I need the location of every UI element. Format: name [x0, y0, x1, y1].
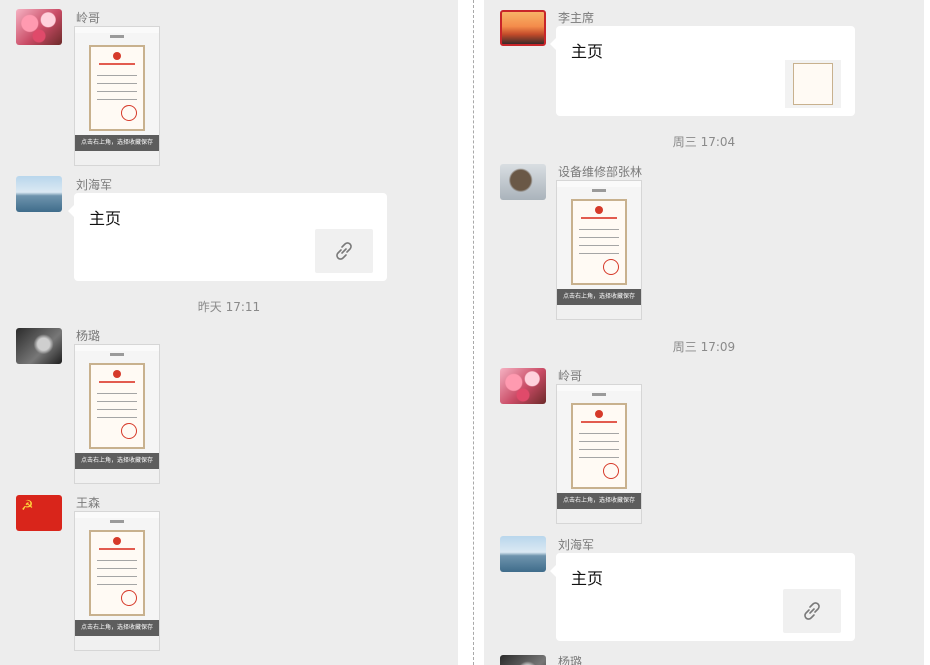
sender-name: 刘海军: [76, 178, 113, 192]
image-caption: 点击右上角，选择收藏保存: [557, 289, 641, 305]
certificate-image: [89, 363, 145, 449]
link-icon: [315, 229, 373, 273]
link-thumbnail: [785, 60, 841, 108]
avatar[interactable]: [500, 655, 546, 665]
avatar[interactable]: ☭: [16, 495, 62, 531]
avatar[interactable]: [16, 176, 62, 212]
image-caption: 点击右上角，选择收藏保存: [75, 620, 159, 636]
image-message[interactable]: 点击右上角，选择收藏保存: [74, 344, 160, 484]
certificate-image: [89, 530, 145, 616]
sender-name: 设备维修部张林: [558, 165, 643, 179]
image-caption: 点击右上角，选择收藏保存: [75, 453, 159, 469]
image-caption: 点击右上角，选择收藏保存: [557, 493, 641, 509]
chat-panel-right: 李主席 主页 周三 17:04 设备维修部张林 点击右上角，选择收藏保存 周三 …: [484, 0, 924, 665]
avatar[interactable]: [16, 9, 62, 45]
link-card[interactable]: 主页: [550, 553, 855, 641]
link-card-title: 主页: [89, 209, 122, 228]
link-icon: [783, 589, 841, 633]
party-emblem-icon: ☭: [21, 498, 34, 514]
panel-divider: [473, 0, 474, 665]
sender-name: 李主席: [558, 11, 595, 25]
sender-name: 王森: [76, 496, 101, 510]
certificate-image: [571, 403, 627, 489]
link-card[interactable]: 主页: [68, 193, 387, 281]
link-card[interactable]: 主页: [550, 26, 855, 116]
certificate-image: [571, 199, 627, 285]
image-message[interactable]: 点击右上角，选择收藏保存: [556, 384, 642, 524]
avatar[interactable]: [500, 368, 546, 404]
image-message[interactable]: 点击右上角，选择收藏保存: [556, 180, 642, 320]
link-card-title: 主页: [571, 569, 604, 588]
avatar[interactable]: [500, 10, 546, 46]
sender-name: 刘海军: [558, 538, 595, 552]
sender-name: 岭哥: [76, 11, 101, 25]
avatar[interactable]: [500, 536, 546, 572]
image-message[interactable]: 点击右上角，选择收藏保存: [74, 511, 160, 651]
chat-panel-left: 岭哥 点击右上角，选择收藏保存 刘海军 主页 昨天 17:11 杨璐 点击右上角…: [0, 0, 458, 665]
sender-name: 岭哥: [558, 369, 583, 383]
timestamp: 周三 17:09: [672, 340, 736, 354]
timestamp: 昨天 17:11: [197, 300, 261, 314]
avatar[interactable]: [16, 328, 62, 364]
image-message[interactable]: 点击右上角，选择收藏保存: [74, 26, 160, 166]
certificate-image: [89, 45, 145, 131]
image-caption: 点击右上角，选择收藏保存: [75, 135, 159, 151]
timestamp: 周三 17:04: [672, 135, 736, 149]
sender-name: 杨璐: [76, 329, 101, 343]
link-card-title: 主页: [571, 42, 604, 61]
avatar[interactable]: [500, 164, 546, 200]
sender-name: 杨璐: [558, 655, 583, 665]
